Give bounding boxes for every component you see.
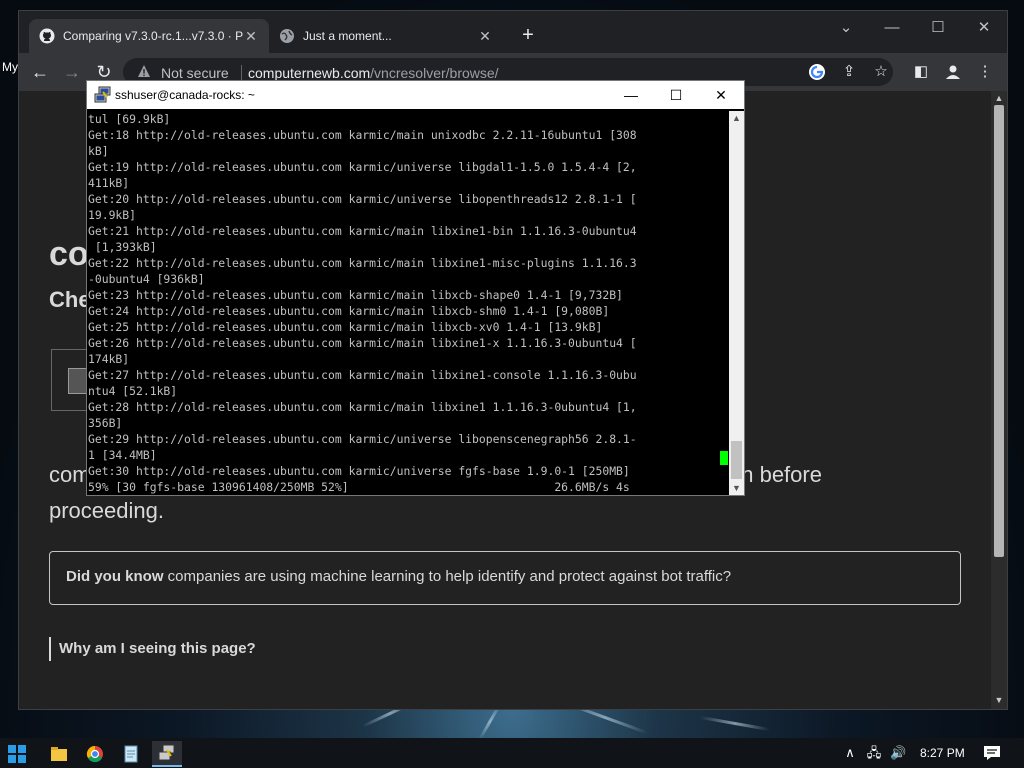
terminal-line: kB] — [88, 144, 109, 158]
minimize-button[interactable]: — — [869, 15, 915, 41]
terminal-line: -0ubuntu4 [936kB] — [88, 272, 205, 286]
scroll-down-arrow-icon[interactable]: ▼ — [994, 695, 1004, 705]
body-text-line2: proceeding. — [49, 498, 164, 523]
putty-icon[interactable] — [94, 86, 112, 104]
tab-strip: Comparing v7.3.0-rc.1...v7.3.0 · Pu ✕ Ju… — [19, 11, 1007, 53]
terminal-line: Get:22 http://old-releases.ubuntu.com ka… — [88, 256, 637, 270]
terminal-scrollbar[interactable]: ▲ ▼ — [729, 111, 744, 495]
windows-start-icon[interactable] — [8, 745, 26, 763]
terminal-line: Get:25 http://old-releases.ubuntu.com ka… — [88, 320, 603, 334]
url-host: computernewb.com — [248, 65, 371, 81]
divider — [241, 65, 242, 80]
close-button[interactable]: ✕ — [961, 15, 1007, 41]
notepad-icon — [124, 745, 138, 763]
page-scrollbar[interactable]: ▲ ▼ — [991, 91, 1007, 709]
url-path: /vncresolver/browse/ — [370, 65, 499, 81]
bookmark-star-icon[interactable]: ☆ — [871, 62, 891, 82]
putty-close-button[interactable]: ✕ — [699, 81, 743, 109]
terminal-cursor — [720, 451, 728, 465]
terminal-line: 1 [34.4MB] — [88, 448, 157, 462]
forward-button[interactable]: → — [59, 59, 85, 85]
putty-minimize-button[interactable]: — — [609, 81, 653, 109]
terminal-line: 174kB] — [88, 352, 130, 366]
menu-kebab-icon[interactable]: ⋮ — [975, 62, 995, 82]
tray-overflow-chevron-icon[interactable]: ∧ — [842, 745, 858, 761]
terminal-line: 19.9kB] — [88, 208, 137, 222]
terminal-line: Get:28 http://old-releases.ubuntu.com ka… — [88, 400, 637, 414]
security-status[interactable]: Not secure — [161, 65, 229, 81]
terminal-scroll-up-icon[interactable]: ▲ — [729, 111, 744, 125]
terminal-line: Get:29 http://old-releases.ubuntu.com ka… — [88, 432, 637, 446]
terminal-scrollbar-thumb[interactable] — [731, 441, 742, 479]
tab-just-a-moment[interactable]: Just a moment... ✕ — [269, 19, 503, 53]
terminal-line: 411kB] — [88, 176, 130, 190]
putty-window-title: sshuser@canada-rocks: ~ — [115, 88, 255, 102]
putty-titlebar[interactable]: sshuser@canada-rocks: ~ — ☐ ✕ — [87, 81, 744, 109]
new-tab-button[interactable]: + — [517, 25, 539, 47]
terminal-line: Get:26 http://old-releases.ubuntu.com ka… — [88, 336, 637, 350]
back-button[interactable]: ← — [27, 59, 53, 85]
tab-github-compare[interactable]: Comparing v7.3.0-rc.1...v7.3.0 · Pu ✕ — [29, 19, 269, 53]
google-lens-icon[interactable] — [807, 62, 827, 82]
terminal-line: [1,393kB] — [88, 240, 157, 254]
tab-close-icon[interactable]: ✕ — [477, 28, 493, 45]
taskbar-clock[interactable]: 8:27 PM — [920, 746, 965, 760]
taskbar-app-chrome[interactable] — [80, 741, 110, 767]
share-icon[interactable]: ⇪ — [839, 62, 859, 82]
network-icon[interactable]: 🖧 — [866, 745, 882, 761]
profile-icon[interactable] — [943, 62, 963, 82]
challenge-checkbox[interactable] — [68, 368, 88, 394]
page-heading: co — [49, 235, 89, 273]
taskbar: ∧ 🖧 🔊 8:27 PM — [0, 738, 1024, 768]
did-you-know-box: Did you know companies are using machine… — [49, 551, 961, 605]
terminal-line: Get:23 http://old-releases.ubuntu.com ka… — [88, 288, 623, 302]
github-icon — [39, 28, 55, 44]
tab-title: Comparing v7.3.0-rc.1...v7.3.0 · Pu — [63, 29, 243, 43]
did-you-know-label: Did you know — [66, 568, 164, 585]
notification-center-icon[interactable] — [983, 744, 1001, 762]
side-panel-icon[interactable]: ◧ — [911, 62, 931, 82]
putty-window: sshuser@canada-rocks: ~ — ☐ ✕ tul [69.9k… — [86, 80, 745, 496]
putty-maximize-button[interactable]: ☐ — [654, 81, 698, 109]
terminal-line: Get:19 http://old-releases.ubuntu.com ka… — [88, 160, 637, 174]
why-am-i-seeing-this-toggle[interactable]: Why am I seeing this page? — [49, 637, 256, 661]
taskbar-app-putty[interactable] — [152, 741, 182, 767]
file-explorer-icon — [51, 747, 67, 761]
taskbar-app-file-explorer[interactable] — [44, 741, 74, 767]
terminal-line: 356B] — [88, 416, 123, 430]
terminal-scroll-down-icon[interactable]: ▼ — [729, 481, 744, 495]
did-you-know-text: companies are using machine learning to … — [163, 568, 732, 585]
chrome-icon — [86, 745, 103, 763]
tab-search-chevron-icon[interactable]: ⌄ — [823, 15, 869, 41]
terminal-line: 59% [30 fgfs-base 130961408/250MB 52%] 2… — [88, 480, 630, 494]
terminal-line: Get:24 http://old-releases.ubuntu.com ka… — [88, 304, 610, 318]
terminal-line: Get:18 http://old-releases.ubuntu.com ka… — [88, 128, 637, 142]
terminal-line: Get:20 http://old-releases.ubuntu.com ka… — [88, 192, 637, 206]
volume-icon[interactable]: 🔊 — [890, 745, 906, 761]
globe-icon — [280, 29, 294, 43]
page-subheading: Che — [49, 287, 91, 312]
scrollbar-thumb[interactable] — [994, 105, 1004, 557]
putty-icon — [158, 744, 175, 761]
terminal-output[interactable]: tul [69.9kB] Get:18 http://old-releases.u… — [87, 111, 729, 495]
desktop-icon-label[interactable]: My — [2, 60, 18, 74]
terminal-line: Get:30 http://old-releases.ubuntu.com ka… — [88, 464, 630, 478]
url-text[interactable]: computernewb.com/vncresolver/browse/ — [248, 65, 499, 81]
terminal-line: ntu4 [52.1kB] — [88, 384, 178, 398]
tab-title: Just a moment... — [303, 29, 392, 43]
terminal-line: Get:21 http://old-releases.ubuntu.com ka… — [88, 224, 637, 238]
maximize-button[interactable]: ☐ — [915, 15, 961, 41]
terminal-line: Get:27 http://old-releases.ubuntu.com ka… — [88, 368, 637, 382]
tab-close-icon[interactable]: ✕ — [243, 28, 259, 45]
scroll-up-arrow-icon[interactable]: ▲ — [994, 93, 1004, 103]
warning-icon[interactable] — [137, 64, 151, 78]
body-text-left: com — [49, 462, 91, 487]
terminal-line: tul [69.9kB] — [88, 112, 171, 126]
taskbar-app-notepad[interactable] — [116, 741, 146, 767]
